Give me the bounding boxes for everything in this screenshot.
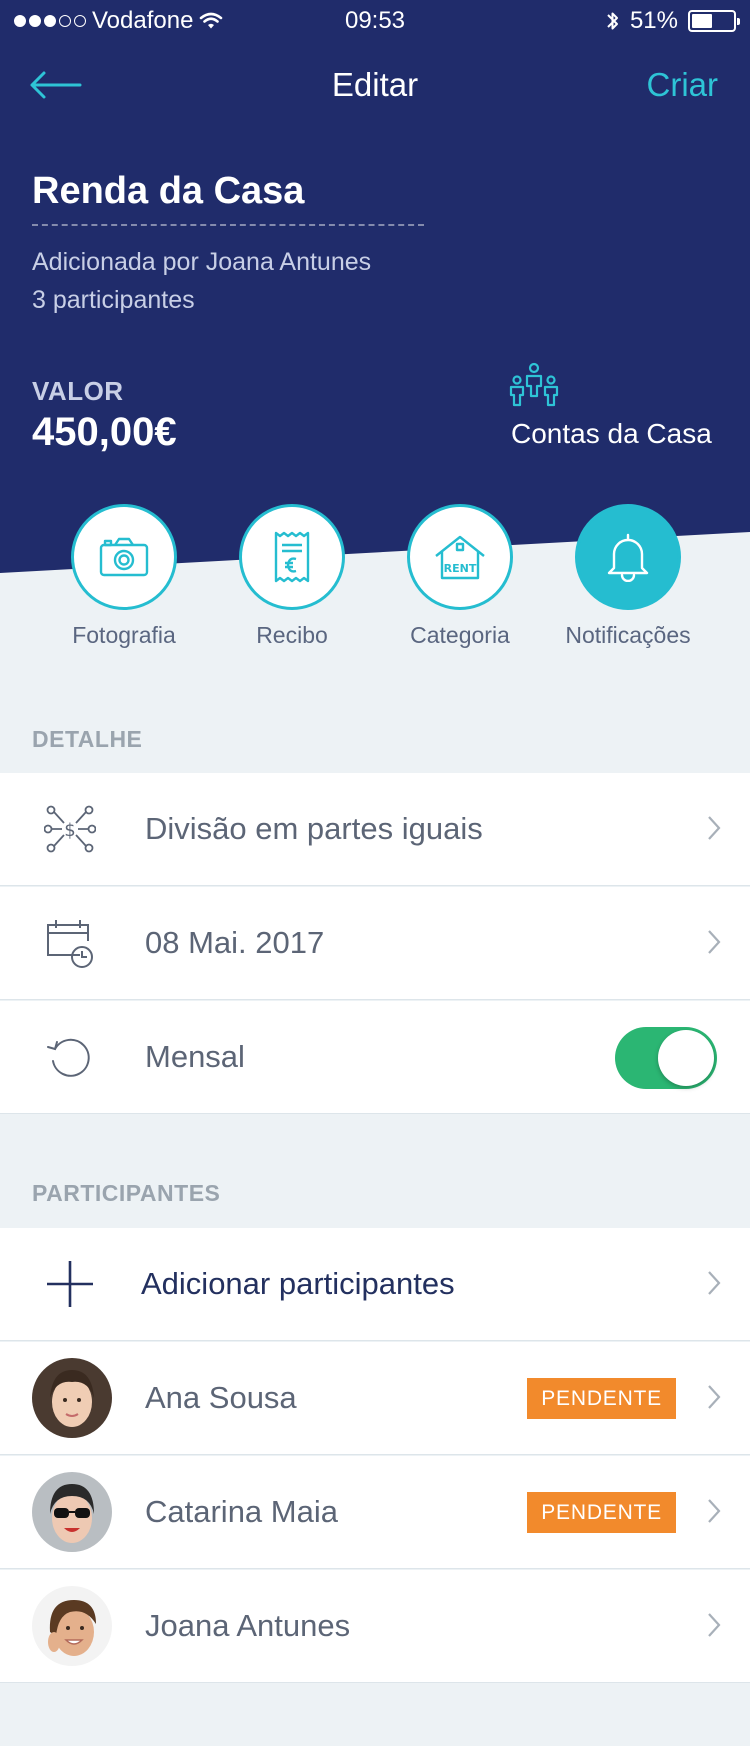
- back-arrow-icon[interactable]: [28, 68, 84, 102]
- repeat-icon: [47, 1038, 90, 1077]
- bill-meta: Adicionada por Joana Antunes 3 participa…: [32, 243, 371, 319]
- value-label: VALOR: [32, 376, 124, 406]
- status-badge: PENDENTE: [527, 1492, 676, 1533]
- detail-section-header: DETALHE: [32, 726, 143, 752]
- svg-text:$: $: [64, 820, 75, 841]
- quick-actions: Fotografia Recibo RENT Categoria Notific…: [0, 504, 750, 648]
- notifications-action[interactable]: Notificações: [543, 504, 713, 649]
- bluetooth-icon: [607, 12, 618, 30]
- participants-count-text: 3 participantes: [32, 286, 195, 314]
- participants-section-header: PARTICIPANTES: [32, 1180, 221, 1206]
- avatar-catarina-image: [32, 1472, 112, 1552]
- date-label: 08 Mai. 2017: [145, 925, 325, 960]
- split-icon: $: [44, 805, 96, 853]
- photo-action-circle[interactable]: [71, 504, 177, 610]
- group-people-icon: [509, 362, 559, 407]
- camera-icon: [99, 537, 149, 577]
- recurrence-label: Mensal: [145, 1039, 245, 1074]
- header-panel: Vodafone 09:53 51% Editar Criar Renda da…: [0, 0, 750, 660]
- bill-title-field[interactable]: Renda da Casa: [32, 170, 304, 213]
- avatar-joana-image: [32, 1586, 112, 1666]
- group-name: Contas da Casa: [511, 418, 712, 449]
- receipt-action[interactable]: Recibo: [207, 504, 377, 649]
- receipt-action-label: Recibo: [256, 622, 328, 648]
- bell-icon: [607, 533, 649, 582]
- rent-house-icon: RENT: [435, 535, 485, 580]
- chevron-right-icon: [708, 930, 721, 954]
- avatar-ana-image: [32, 1358, 112, 1438]
- chevron-right-icon: [708, 1499, 721, 1523]
- create-button[interactable]: Criar: [647, 66, 719, 104]
- status-badge: PENDENTE: [527, 1378, 676, 1419]
- calendar-clock-icon: [47, 920, 93, 968]
- participant-name: Ana Sousa: [145, 1380, 297, 1415]
- recurrence-row: Mensal: [0, 1001, 750, 1114]
- add-participants-label: Adicionar participantes: [141, 1266, 455, 1301]
- date-row[interactable]: 08 Mai. 2017: [0, 887, 750, 1000]
- navigation-bar: Editar Criar: [0, 60, 750, 110]
- category-action-circle[interactable]: RENT: [407, 504, 513, 610]
- chevron-right-icon: [708, 1271, 721, 1295]
- notifications-action-circle[interactable]: [575, 504, 681, 610]
- recurrence-toggle[interactable]: [615, 1027, 717, 1089]
- status-right: 51%: [606, 7, 740, 35]
- avatar: [32, 1358, 112, 1438]
- chevron-right-icon: [708, 1613, 721, 1637]
- value-amount[interactable]: 450,00€: [32, 410, 177, 455]
- svg-text:RENT: RENT: [444, 562, 477, 575]
- add-participants-row[interactable]: Adicionar participantes: [0, 1228, 750, 1341]
- photo-action[interactable]: Fotografia: [39, 504, 209, 649]
- title-underline: [32, 224, 424, 226]
- notifications-action-label: Notificações: [565, 622, 691, 648]
- status-bar: Vodafone 09:53 51%: [0, 0, 750, 40]
- participant-name: Joana Antunes: [145, 1608, 351, 1643]
- added-by-text: Adicionada por Joana Antunes: [32, 248, 372, 276]
- participant-name: Catarina Maia: [145, 1494, 338, 1529]
- receipt-icon: [274, 531, 310, 583]
- category-action[interactable]: RENT Categoria: [375, 504, 545, 649]
- category-action-label: Categoria: [410, 622, 510, 648]
- photo-action-label: Fotografia: [72, 622, 176, 648]
- split-row[interactable]: $ Divisão em partes iguais: [0, 773, 750, 886]
- participant-row[interactable]: Joana Antunes: [0, 1570, 750, 1683]
- plus-icon: [47, 1261, 93, 1307]
- avatar: [32, 1472, 112, 1552]
- participant-row[interactable]: Catarina Maia PENDENTE: [0, 1456, 750, 1569]
- chevron-right-icon: [708, 816, 721, 840]
- battery-percentage: 51%: [629, 7, 678, 34]
- battery-icon: [688, 10, 740, 32]
- page-title: Editar: [331, 66, 419, 103]
- chevron-right-icon: [708, 1385, 721, 1409]
- split-label: Divisão em partes iguais: [145, 811, 483, 846]
- participant-row[interactable]: Ana Sousa PENDENTE: [0, 1342, 750, 1455]
- receipt-action-circle[interactable]: [239, 504, 345, 610]
- avatar: [32, 1586, 112, 1666]
